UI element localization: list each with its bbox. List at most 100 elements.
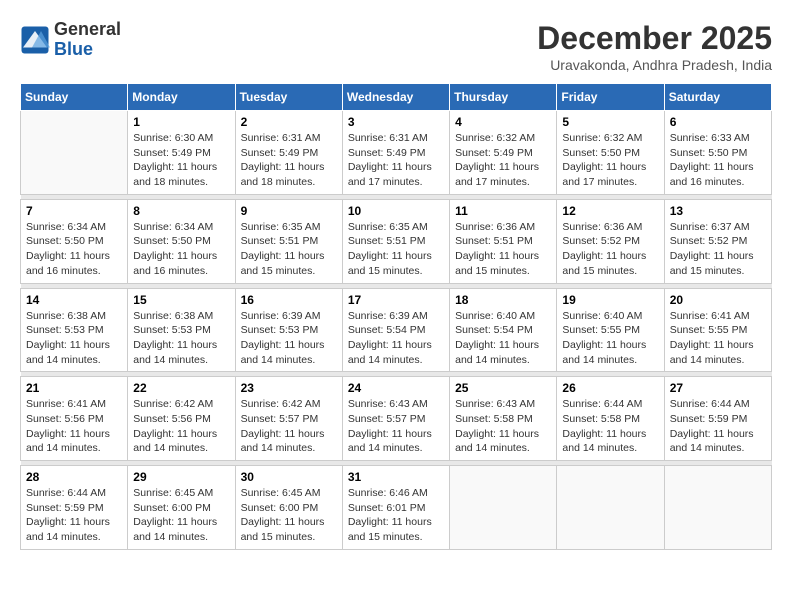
- logo: General Blue: [20, 20, 121, 60]
- day-info: Sunrise: 6:32 AM Sunset: 5:50 PM Dayligh…: [562, 131, 658, 190]
- day-number: 27: [670, 381, 766, 395]
- day-info: Sunrise: 6:45 AM Sunset: 6:00 PM Dayligh…: [241, 486, 337, 545]
- day-info: Sunrise: 6:40 AM Sunset: 5:55 PM Dayligh…: [562, 309, 658, 368]
- header-day-wednesday: Wednesday: [342, 84, 449, 111]
- calendar-cell: 4Sunrise: 6:32 AM Sunset: 5:49 PM Daylig…: [450, 111, 557, 195]
- day-number: 18: [455, 293, 551, 307]
- day-number: 28: [26, 470, 122, 484]
- calendar-table: SundayMondayTuesdayWednesdayThursdayFrid…: [20, 83, 772, 550]
- day-number: 3: [348, 115, 444, 129]
- calendar-cell: 8 Sunrise: 6:34 AM Sunset: 5:50 PM Daylig…: [128, 199, 235, 283]
- calendar-cell: 6 Sunrise: 6:33 AM Sunset: 5:50 PM Daylig…: [664, 111, 771, 195]
- calendar-cell: [21, 111, 128, 195]
- day-info: Sunrise: 6:45 AM Sunset: 6:00 PM Dayligh…: [133, 486, 229, 545]
- header-day-sunday: Sunday: [21, 84, 128, 111]
- week-row-2: 7 Sunrise: 6:34 AM Sunset: 5:50 PM Daylig…: [21, 199, 772, 283]
- day-info: Sunrise: 6:31 AM Sunset: 5:49 PM Dayligh…: [241, 131, 337, 190]
- week-row-4: 21 Sunrise: 6:41 AM Sunset: 5:56 PM Dayli…: [21, 377, 772, 461]
- calendar-cell: 24 Sunrise: 6:43 AM Sunset: 5:57 PM Dayli…: [342, 377, 449, 461]
- calendar-cell: 18 Sunrise: 6:40 AM Sunset: 5:54 PM Dayli…: [450, 288, 557, 372]
- day-info: Sunrise: 6:35 AM Sunset: 5:51 PM Dayligh…: [241, 220, 337, 279]
- day-info: Sunrise: 6:43 AM Sunset: 5:57 PM Dayligh…: [348, 397, 444, 456]
- calendar-cell: 23Sunrise: 6:42 AM Sunset: 5:57 PM Dayli…: [235, 377, 342, 461]
- day-info: Sunrise: 6:43 AM Sunset: 5:58 PM Dayligh…: [455, 397, 551, 456]
- day-info: Sunrise: 6:33 AM Sunset: 5:50 PM Dayligh…: [670, 131, 766, 190]
- day-number: 7: [26, 204, 122, 218]
- day-number: 26: [562, 381, 658, 395]
- calendar-cell: 25 Sunrise: 6:43 AM Sunset: 5:58 PM Dayli…: [450, 377, 557, 461]
- day-number: 13: [670, 204, 766, 218]
- day-info: Sunrise: 6:42 AM Sunset: 5:57 PM Dayligh…: [241, 397, 337, 456]
- day-info: Sunrise: 6:39 AM Sunset: 5:53 PM Dayligh…: [241, 309, 337, 368]
- day-info: Sunrise: 6:36 AM Sunset: 5:52 PM Dayligh…: [562, 220, 658, 279]
- day-info: Sunrise: 6:44 AM Sunset: 5:58 PM Dayligh…: [562, 397, 658, 456]
- day-info: Sunrise: 6:38 AM Sunset: 5:53 PM Dayligh…: [26, 309, 122, 368]
- calendar-cell: 17Sunrise: 6:39 AM Sunset: 5:54 PM Dayli…: [342, 288, 449, 372]
- day-info: Sunrise: 6:35 AM Sunset: 5:51 PM Dayligh…: [348, 220, 444, 279]
- week-row-3: 14Sunrise: 6:38 AM Sunset: 5:53 PM Dayli…: [21, 288, 772, 372]
- logo-text: General Blue: [54, 20, 121, 60]
- calendar-cell: 19 Sunrise: 6:40 AM Sunset: 5:55 PM Dayli…: [557, 288, 664, 372]
- day-number: 21: [26, 381, 122, 395]
- title-block: December 2025 Uravakonda, Andhra Pradesh…: [537, 20, 772, 73]
- calendar-cell: 9Sunrise: 6:35 AM Sunset: 5:51 PM Daylig…: [235, 199, 342, 283]
- calendar-cell: 22Sunrise: 6:42 AM Sunset: 5:56 PM Dayli…: [128, 377, 235, 461]
- calendar-cell: 15Sunrise: 6:38 AM Sunset: 5:53 PM Dayli…: [128, 288, 235, 372]
- calendar-cell: 7 Sunrise: 6:34 AM Sunset: 5:50 PM Daylig…: [21, 199, 128, 283]
- calendar-cell: [664, 466, 771, 550]
- day-number: 24: [348, 381, 444, 395]
- day-number: 19: [562, 293, 658, 307]
- header-day-tuesday: Tuesday: [235, 84, 342, 111]
- day-info: Sunrise: 6:41 AM Sunset: 5:56 PM Dayligh…: [26, 397, 122, 456]
- day-info: Sunrise: 6:31 AM Sunset: 5:49 PM Dayligh…: [348, 131, 444, 190]
- day-info: Sunrise: 6:40 AM Sunset: 5:54 PM Dayligh…: [455, 309, 551, 368]
- calendar-cell: 30Sunrise: 6:45 AM Sunset: 6:00 PM Dayli…: [235, 466, 342, 550]
- day-info: Sunrise: 6:41 AM Sunset: 5:55 PM Dayligh…: [670, 309, 766, 368]
- calendar-cell: 31 Sunrise: 6:46 AM Sunset: 6:01 PM Dayli…: [342, 466, 449, 550]
- logo-icon: [20, 25, 50, 55]
- day-info: Sunrise: 6:46 AM Sunset: 6:01 PM Dayligh…: [348, 486, 444, 545]
- calendar-cell: 1 Sunrise: 6:30 AM Sunset: 5:49 PM Daylig…: [128, 111, 235, 195]
- page-header: General Blue December 2025 Uravakonda, A…: [20, 20, 772, 73]
- day-number: 5: [562, 115, 658, 129]
- day-number: 6: [670, 115, 766, 129]
- calendar-cell: 2 Sunrise: 6:31 AM Sunset: 5:49 PM Daylig…: [235, 111, 342, 195]
- day-info: Sunrise: 6:36 AM Sunset: 5:51 PM Dayligh…: [455, 220, 551, 279]
- calendar-cell: 3 Sunrise: 6:31 AM Sunset: 5:49 PM Daylig…: [342, 111, 449, 195]
- day-number: 16: [241, 293, 337, 307]
- calendar-cell: [557, 466, 664, 550]
- header-day-friday: Friday: [557, 84, 664, 111]
- calendar-cell: 20Sunrise: 6:41 AM Sunset: 5:55 PM Dayli…: [664, 288, 771, 372]
- day-number: 8: [133, 204, 229, 218]
- day-number: 31: [348, 470, 444, 484]
- day-number: 15: [133, 293, 229, 307]
- day-info: Sunrise: 6:44 AM Sunset: 5:59 PM Dayligh…: [670, 397, 766, 456]
- day-info: Sunrise: 6:34 AM Sunset: 5:50 PM Dayligh…: [26, 220, 122, 279]
- day-number: 10: [348, 204, 444, 218]
- day-info: Sunrise: 6:37 AM Sunset: 5:52 PM Dayligh…: [670, 220, 766, 279]
- day-info: Sunrise: 6:32 AM Sunset: 5:49 PM Dayligh…: [455, 131, 551, 190]
- week-row-1: 1 Sunrise: 6:30 AM Sunset: 5:49 PM Daylig…: [21, 111, 772, 195]
- day-info: Sunrise: 6:34 AM Sunset: 5:50 PM Dayligh…: [133, 220, 229, 279]
- day-number: 1: [133, 115, 229, 129]
- day-number: 29: [133, 470, 229, 484]
- day-info: Sunrise: 6:44 AM Sunset: 5:59 PM Dayligh…: [26, 486, 122, 545]
- location-subtitle: Uravakonda, Andhra Pradesh, India: [537, 57, 772, 73]
- calendar-cell: 16 Sunrise: 6:39 AM Sunset: 5:53 PM Dayli…: [235, 288, 342, 372]
- day-info: Sunrise: 6:30 AM Sunset: 5:49 PM Dayligh…: [133, 131, 229, 190]
- calendar-cell: 12Sunrise: 6:36 AM Sunset: 5:52 PM Dayli…: [557, 199, 664, 283]
- calendar-cell: 21 Sunrise: 6:41 AM Sunset: 5:56 PM Dayli…: [21, 377, 128, 461]
- calendar-cell: 28 Sunrise: 6:44 AM Sunset: 5:59 PM Dayli…: [21, 466, 128, 550]
- calendar-cell: 13 Sunrise: 6:37 AM Sunset: 5:52 PM Dayli…: [664, 199, 771, 283]
- calendar-cell: 5 Sunrise: 6:32 AM Sunset: 5:50 PM Daylig…: [557, 111, 664, 195]
- calendar-cell: [450, 466, 557, 550]
- header-row: SundayMondayTuesdayWednesdayThursdayFrid…: [21, 84, 772, 111]
- day-number: 25: [455, 381, 551, 395]
- header-day-saturday: Saturday: [664, 84, 771, 111]
- week-row-5: 28 Sunrise: 6:44 AM Sunset: 5:59 PM Dayli…: [21, 466, 772, 550]
- calendar-cell: 11Sunrise: 6:36 AM Sunset: 5:51 PM Dayli…: [450, 199, 557, 283]
- day-number: 2: [241, 115, 337, 129]
- header-day-monday: Monday: [128, 84, 235, 111]
- logo-line2: Blue: [54, 40, 121, 60]
- logo-line1: General: [54, 20, 121, 40]
